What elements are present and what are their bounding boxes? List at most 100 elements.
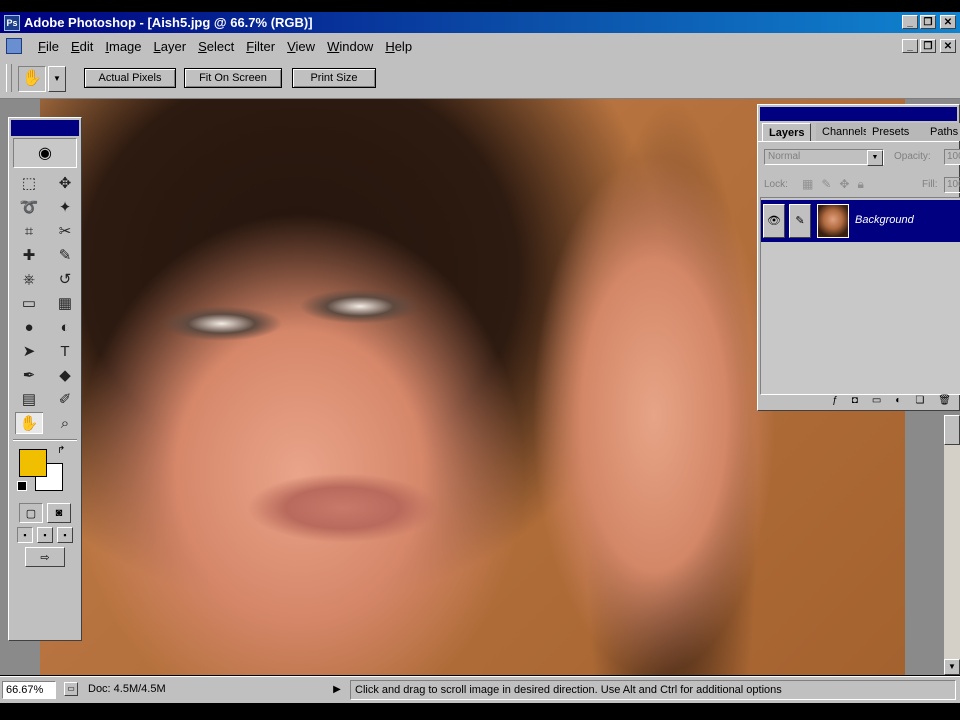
tab-channels[interactable]: Channels: [816, 123, 866, 141]
lock-transparency-icon[interactable]: ▦: [802, 177, 813, 192]
fill-input[interactable]: 100%: [944, 177, 960, 193]
zoom-level-field[interactable]: 66.67%: [2, 681, 56, 699]
quick-mask-icon: ◙: [55, 507, 63, 519]
layers-palette: Layers Channels Presets Paths Normal ▼ O…: [757, 104, 960, 411]
document-info-icon[interactable]: ▭: [64, 682, 78, 696]
notes-icon: ▤: [21, 391, 37, 408]
maximize-button[interactable]: ❐: [920, 15, 936, 29]
photoshop-app-icon[interactable]: Ps: [4, 15, 20, 31]
move-tool[interactable]: ✥: [51, 172, 79, 194]
tool-preset-picker[interactable]: ✋: [18, 66, 46, 92]
doc-close-button[interactable]: ✕: [940, 39, 956, 53]
menu-help[interactable]: Help: [379, 39, 418, 54]
clone-stamp-tool[interactable]: ⎈: [15, 268, 43, 290]
hand-icon: ✋: [22, 70, 42, 87]
print-size-button[interactable]: Print Size: [292, 68, 376, 88]
options-bar-grip[interactable]: [6, 64, 12, 92]
menu-filter[interactable]: Filter: [240, 39, 281, 54]
document-icon[interactable]: [6, 38, 22, 54]
menu-image[interactable]: Image: [99, 39, 147, 54]
palette-title-bar[interactable]: [760, 107, 957, 121]
jump-to-imageready-button[interactable]: ⇨: [25, 547, 65, 567]
standard-screen-button[interactable]: ▪: [17, 527, 33, 543]
path-selection-icon: ➤: [22, 343, 36, 360]
lock-all-icon[interactable]: 🔒︎: [857, 177, 863, 192]
status-hint: Click and drag to scroll image in desire…: [350, 680, 956, 700]
shape-icon: ◆: [59, 367, 71, 384]
full-screen-button[interactable]: ▪: [57, 527, 73, 543]
lock-position-icon[interactable]: ✥: [839, 177, 849, 192]
hand-tool[interactable]: ✋: [15, 412, 43, 434]
minimize-button[interactable]: _: [902, 15, 918, 29]
opacity-input[interactable]: 100%: [944, 149, 960, 165]
chevron-down-icon[interactable]: ▼: [867, 150, 883, 166]
tab-presets[interactable]: Presets: [866, 123, 924, 141]
adjustment-layer-icon[interactable]: ◐: [895, 395, 901, 406]
menu-layer[interactable]: Layer: [148, 39, 193, 54]
doc-minimize-button[interactable]: _: [902, 39, 918, 53]
brush-tool[interactable]: ✎: [51, 244, 79, 266]
shape-tool[interactable]: ◆: [51, 364, 79, 386]
tab-layers[interactable]: Layers: [762, 123, 812, 141]
eyedropper-tool[interactable]: ✐: [51, 388, 79, 410]
menu-bar: File Edit Image Layer Select Filter View…: [0, 33, 960, 58]
divider: [13, 439, 77, 441]
path-selection-tool[interactable]: ➤: [15, 340, 43, 362]
menu-view[interactable]: View: [281, 39, 321, 54]
menu-file[interactable]: File: [32, 39, 65, 54]
layer-style-icon[interactable]: ƒ: [832, 395, 838, 406]
foreground-color-swatch[interactable]: [19, 449, 47, 477]
marquee-tool[interactable]: ⬚: [15, 172, 43, 194]
close-button[interactable]: ✕: [940, 15, 956, 29]
full-screen-menu-button[interactable]: ▪: [37, 527, 53, 543]
dodge-tool[interactable]: ◐: [51, 316, 79, 338]
screen-mode-icon: ▪: [63, 530, 67, 540]
healing-brush-tool[interactable]: ✚: [15, 244, 43, 266]
default-colors-icon[interactable]: [17, 481, 27, 491]
type-tool[interactable]: T: [51, 340, 79, 362]
link-brush-icon[interactable]: ✎: [789, 204, 811, 238]
lock-image-icon[interactable]: ✎: [821, 177, 831, 192]
swap-colors-icon[interactable]: ↱: [57, 445, 65, 456]
tab-paths[interactable]: Paths: [924, 123, 960, 141]
type-icon: T: [60, 342, 70, 360]
notes-tool[interactable]: ▤: [15, 388, 43, 410]
eraser-tool[interactable]: ▭: [15, 292, 43, 314]
toolbox-title-bar[interactable]: [11, 120, 79, 136]
standard-mode-button[interactable]: ▢: [19, 503, 43, 523]
visibility-eye-icon[interactable]: 👁︎: [763, 204, 785, 238]
menu-edit[interactable]: Edit: [65, 39, 99, 54]
new-layer-icon[interactable]: ❏: [915, 395, 924, 406]
trash-icon[interactable]: 🗑︎: [938, 395, 951, 406]
history-brush-tool[interactable]: ↺: [51, 268, 79, 290]
blend-mode-select[interactable]: Normal ▼: [764, 149, 884, 166]
menu-select[interactable]: Select: [192, 39, 240, 54]
scrollbar-thumb[interactable]: [944, 415, 960, 445]
doc-restore-button[interactable]: ❐: [920, 39, 936, 53]
chevron-down-icon: ▼: [53, 74, 61, 83]
layer-row-background[interactable]: 👁︎ ✎ Background: [761, 200, 960, 242]
status-menu-arrow-icon[interactable]: ▶: [330, 682, 344, 698]
fit-on-screen-button[interactable]: Fit On Screen: [184, 68, 282, 88]
zoom-tool[interactable]: ⌕: [51, 412, 79, 434]
adobe-online-button[interactable]: ◉: [13, 138, 77, 168]
scroll-down-arrow[interactable]: ▼: [944, 659, 960, 675]
options-bar: ✋ ▼ Actual Pixels Fit On Screen Print Si…: [0, 58, 960, 99]
actual-pixels-button[interactable]: Actual Pixels: [84, 68, 176, 88]
slice-tool[interactable]: ✂: [51, 220, 79, 242]
pen-tool[interactable]: ✒: [15, 364, 43, 386]
quick-mask-button[interactable]: ◙: [47, 503, 71, 523]
tool-preset-dropdown[interactable]: ▼: [48, 66, 66, 92]
menu-window[interactable]: Window: [321, 39, 379, 54]
blur-tool[interactable]: ●: [15, 316, 43, 338]
status-bar: 66.67% ▭ Doc: 4.5M/4.5M ▶ Click and drag…: [0, 676, 960, 703]
layer-mask-icon[interactable]: ◘: [852, 395, 858, 406]
gradient-tool[interactable]: ▦: [51, 292, 79, 314]
new-set-icon[interactable]: ▭: [872, 395, 881, 406]
clone-stamp-icon: ⎈: [22, 270, 35, 288]
magic-wand-tool[interactable]: ✦: [51, 196, 79, 218]
healing-brush-icon: ✚: [22, 247, 36, 264]
lasso-tool[interactable]: ➰: [15, 196, 43, 218]
crop-tool[interactable]: ⌗: [15, 220, 43, 242]
vertical-scrollbar[interactable]: ▼: [944, 415, 960, 675]
